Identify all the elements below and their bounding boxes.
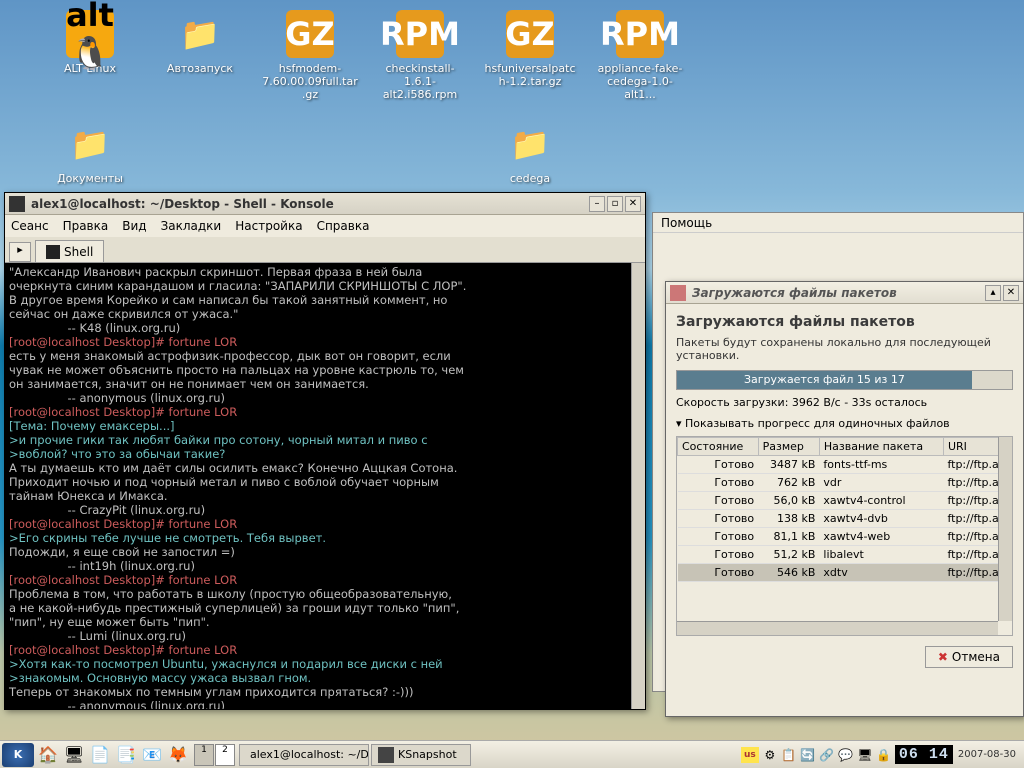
firefox-launcher[interactable]: 🦊: [166, 743, 190, 767]
tray-icon[interactable]: 🔄: [800, 747, 816, 763]
office-launcher[interactable]: 📄: [88, 743, 112, 767]
cancel-x-icon: ✖: [938, 650, 948, 664]
kontact-launcher[interactable]: 📧: [140, 743, 164, 767]
desktop-icon[interactable]: 📁Документы: [40, 120, 140, 185]
menu-item[interactable]: Настройка: [235, 219, 302, 233]
download-table: СостояниеРазмерНазвание пакетаURIГотово3…: [676, 436, 1013, 636]
virtual-desktop-2[interactable]: 2: [215, 744, 235, 766]
desktop-icon[interactable]: RPMappliance-fake-cedega-1.0-alt1...: [590, 10, 690, 101]
terminal-scrollbar[interactable]: [631, 263, 645, 709]
menu-item[interactable]: Правка: [63, 219, 109, 233]
desktop-icon[interactable]: alt🐧ALT Linux: [40, 10, 140, 75]
icon-label: checkinstall-1.6.1-alt2.i586.rpm: [370, 62, 470, 101]
home-launcher[interactable]: 🏠: [36, 743, 60, 767]
terminal-icon: [46, 245, 60, 259]
icon-label: Автозапуск: [150, 62, 250, 75]
terminal-output[interactable]: "Александр Иванович раскрыл скриншот. Пе…: [5, 263, 645, 709]
table-row[interactable]: Готово138 kBxawtv4-dvbftp://ftp.a: [678, 510, 1012, 528]
maximize-button[interactable]: ▫: [607, 196, 623, 212]
tray-icon[interactable]: ⚙: [762, 747, 778, 763]
konsole-title: alex1@localhost: ~/Desktop - Shell - Kon…: [31, 197, 589, 211]
download-icon: [670, 285, 686, 301]
download-speed: Скорость загрузки: 3962 В/с - 33s остало…: [676, 396, 1013, 409]
minimize-button[interactable]: –: [589, 196, 605, 212]
desktop-icon[interactable]: 📁Автозапуск: [150, 10, 250, 75]
konsole-menubar: Сеанс Правка Вид Закладки Настройка Справка: [5, 215, 645, 237]
progress-fill: Загружается файл 15 из 17: [677, 371, 972, 389]
taskbar-task[interactable]: alex1@localhost: ~/Deskto: [239, 744, 369, 766]
konsole-app-icon: [9, 196, 25, 212]
tab-shell[interactable]: Shell: [35, 240, 104, 262]
konsole-tabbar: ▸ Shell: [5, 237, 645, 263]
taskbar: K 🏠 🖥 📄 📑 📧 🦊 1 2 alex1@localhost: ~/Des…: [0, 740, 1024, 768]
download-desc: Пакеты будут сохранены локально для посл…: [676, 336, 1013, 362]
download-heading: Загружаются файлы пакетов: [676, 314, 1013, 330]
close-button[interactable]: ✕: [625, 196, 641, 212]
k-menu-button[interactable]: K: [2, 743, 34, 767]
tray-icon[interactable]: 🖥: [857, 747, 873, 763]
task-icon: [378, 747, 394, 763]
task-label: KSnapshot: [398, 748, 457, 761]
desktop-icon[interactable]: 📁cedega: [480, 120, 580, 185]
table-vscrollbar[interactable]: [998, 437, 1012, 621]
keyboard-layout-icon[interactable]: us: [741, 747, 759, 763]
disclose-toggle[interactable]: Показывать прогресс для одиночных файлов: [676, 417, 1013, 430]
tray-icon[interactable]: 🔗: [819, 747, 835, 763]
tray-icon[interactable]: 🔒: [876, 747, 892, 763]
menu-item[interactable]: Сеанс: [11, 219, 49, 233]
table-row[interactable]: Готово51,2 kBlibalevtftp://ftp.a: [678, 546, 1012, 564]
close-button[interactable]: ✕: [1003, 285, 1019, 301]
taskbar-task[interactable]: KSnapshot: [371, 744, 471, 766]
konsole-titlebar[interactable]: alex1@localhost: ~/Desktop - Shell - Kon…: [5, 193, 645, 215]
table-header[interactable]: Состояние: [678, 438, 759, 456]
tray-icon[interactable]: 📋: [781, 747, 797, 763]
konsole-window: alex1@localhost: ~/Desktop - Shell - Kon…: [4, 192, 646, 710]
table-header[interactable]: Размер: [758, 438, 819, 456]
download-title: Загружаются файлы пакетов: [692, 286, 985, 300]
progress-bar: Загружается файл 15 из 17: [676, 370, 1013, 390]
table-row[interactable]: Готово3487 kBfonts-ttf-msftp://ftp.a: [678, 456, 1012, 474]
cancel-button[interactable]: ✖ Отмена: [925, 646, 1013, 668]
tray-icon[interactable]: 💬: [838, 747, 854, 763]
virtual-desktop-1[interactable]: 1: [194, 744, 214, 766]
new-tab-button[interactable]: ▸: [9, 242, 31, 262]
desktop-icon[interactable]: GZhsfmodem-7.60.00.09full.tar.gz: [260, 10, 360, 101]
icon-label: appliance-fake-cedega-1.0-alt1...: [590, 62, 690, 101]
date: 2007-08-30: [956, 749, 1018, 760]
cancel-label: Отмена: [952, 650, 1000, 664]
table-header[interactable]: Название пакета: [819, 438, 943, 456]
desktop-launcher[interactable]: 🖥: [62, 743, 86, 767]
desktop-icon[interactable]: RPMcheckinstall-1.6.1-alt2.i586.rpm: [370, 10, 470, 101]
download-titlebar[interactable]: Загружаются файлы пакетов ▴ ✕: [666, 282, 1023, 304]
table-row[interactable]: Готово546 kBxdtvftp://ftp.a: [678, 564, 1012, 582]
synaptic-menu-help[interactable]: Помощь: [661, 216, 712, 230]
desktop-pager: 1 2: [194, 744, 235, 766]
table-row[interactable]: Готово762 kBvdrftp://ftp.a: [678, 474, 1012, 492]
menu-item[interactable]: Закладки: [161, 219, 222, 233]
task-label: alex1@localhost: ~/Deskto: [250, 748, 369, 761]
shade-button[interactable]: ▴: [985, 285, 1001, 301]
table-hscrollbar[interactable]: [677, 621, 998, 635]
clock[interactable]: 06 14: [895, 745, 953, 764]
menu-item[interactable]: Вид: [122, 219, 146, 233]
table-row[interactable]: Готово81,1 kBxawtv4-webftp://ftp.a: [678, 528, 1012, 546]
office2-launcher[interactable]: 📑: [114, 743, 138, 767]
download-dialog: Загружаются файлы пакетов ▴ ✕ Загружаютс…: [665, 281, 1024, 717]
icon-label: cedega: [480, 172, 580, 185]
desktop-icon[interactable]: GZhsfuniversalpatch-1.2.tar.gz: [480, 10, 580, 88]
system-tray: us ⚙ 📋 🔄 🔗 💬 🖥 🔒 06 14 2007-08-30: [737, 745, 1022, 764]
icon-label: hsfmodem-7.60.00.09full.tar.gz: [260, 62, 360, 101]
table-row[interactable]: Готово56,0 kBxawtv4-controlftp://ftp.a: [678, 492, 1012, 510]
icon-label: Документы: [40, 172, 140, 185]
menu-item[interactable]: Справка: [317, 219, 370, 233]
icon-label: hsfuniversalpatch-1.2.tar.gz: [480, 62, 580, 88]
tab-label: Shell: [64, 245, 93, 259]
